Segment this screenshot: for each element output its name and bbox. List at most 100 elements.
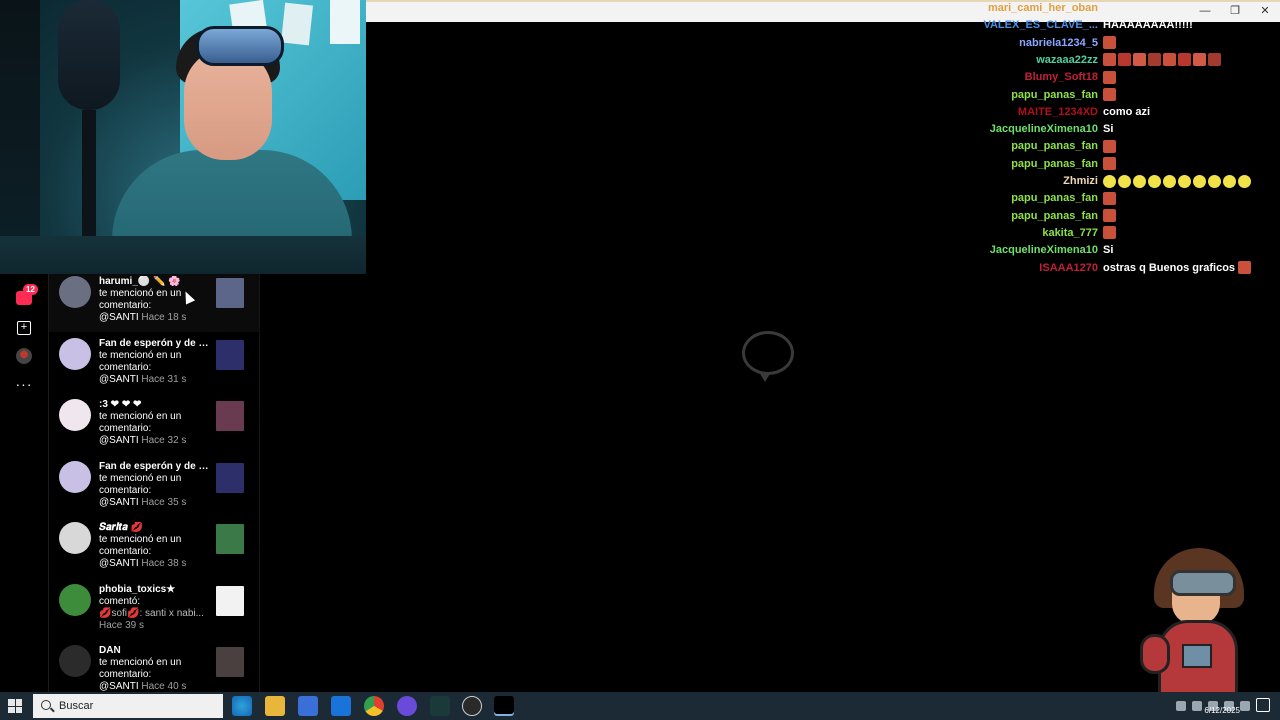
- mention-handle: @SANTI: [99, 435, 139, 446]
- avatar[interactable]: [59, 522, 91, 554]
- streamer-avatar-character: [1140, 548, 1252, 708]
- emote-icon: [1118, 174, 1131, 188]
- chat-username[interactable]: nabriela1234_5: [1019, 35, 1098, 52]
- start-button[interactable]: [8, 699, 22, 713]
- notification-time: Hace 32 s: [141, 435, 187, 446]
- volume-icon[interactable]: [1240, 701, 1250, 711]
- notification-action: te mencionó en un comentario:: [99, 472, 182, 496]
- terminal-icon[interactable]: [430, 696, 450, 716]
- weather-icon[interactable]: [1176, 701, 1186, 711]
- file-explorer-icon[interactable]: [265, 696, 285, 716]
- tiktok-icon[interactable]: [494, 696, 514, 716]
- video-thumbnail[interactable]: [216, 401, 244, 431]
- edge-icon[interactable]: [232, 696, 252, 716]
- close-button[interactable]: ✕: [1250, 0, 1280, 22]
- emote-icons: [1103, 209, 1116, 223]
- inbox-button[interactable]: 12: [14, 284, 38, 308]
- chat-username[interactable]: kakita_777: [1042, 225, 1098, 242]
- notification-item[interactable]: harumi_⚪ ✏️ 🌸 te mencionó en un comentar…: [49, 274, 259, 332]
- notification-username[interactable]: DAN: [99, 645, 209, 657]
- chat-username[interactable]: JacquelineXimena10: [990, 121, 1098, 138]
- avatar[interactable]: [59, 276, 91, 308]
- minimize-button[interactable]: —: [1190, 0, 1220, 22]
- video-thumbnail[interactable]: [216, 524, 244, 554]
- chat-message: papu_panas_fan: [880, 156, 1280, 173]
- chat-text: Si: [1103, 244, 1114, 257]
- notification-item[interactable]: 𝑺𝒂𝒓𝒊𝒕𝒂 💋 te mencionó en un comentario: @…: [49, 520, 259, 578]
- chat-text: como azi: [1103, 105, 1151, 118]
- notification-item[interactable]: phobia_toxics★ comentó: 💋sofi💋: santi x …: [49, 582, 259, 640]
- window-controls: — ❐ ✕: [1190, 0, 1280, 22]
- chat-username[interactable]: mari_cami_her_oban: [988, 0, 1098, 17]
- chat-username[interactable]: JacquelineXimena10: [990, 242, 1098, 259]
- avatar[interactable]: [59, 337, 91, 370]
- chevron-up-icon[interactable]: [1192, 701, 1202, 711]
- notification-username[interactable]: Fan de esperón y de N...: [99, 461, 209, 473]
- video-thumbnail[interactable]: [216, 278, 244, 308]
- notification-action: te mencionó en un comentario:: [99, 657, 182, 680]
- notification-username[interactable]: Fan de esperón y de N...: [99, 338, 209, 350]
- taskbar: Buscar 6/12/2025: [0, 692, 1280, 720]
- chat-username[interactable]: papu_panas_fan: [1011, 87, 1098, 104]
- notification-time: Hace 39 s: [99, 619, 145, 631]
- mention-handle: @SANTI: [99, 558, 139, 569]
- chat-username[interactable]: papu_panas_fan: [1011, 156, 1098, 173]
- taskbar-search-input[interactable]: Buscar: [33, 694, 223, 718]
- notification-item[interactable]: Fan de esperón y de N... te mencionó en …: [49, 336, 259, 394]
- avatar[interactable]: [59, 645, 91, 677]
- webcam-overlay: [0, 0, 366, 274]
- chat-username[interactable]: Blumy_Soft18: [1025, 69, 1098, 86]
- profile-button[interactable]: [14, 346, 34, 366]
- emote-icon: [1103, 36, 1116, 50]
- chat-username[interactable]: papu_panas_fan: [1011, 208, 1098, 225]
- notification-username[interactable]: :3 ❤ ❤ ❤: [99, 399, 209, 411]
- notification-action: te mencionó en un comentario:: [99, 349, 182, 373]
- chat-message: nabriela1234_5: [880, 35, 1280, 52]
- chat-username[interactable]: papu_panas_fan: [1011, 138, 1098, 155]
- chrome-icon[interactable]: [364, 696, 384, 716]
- emote-icon: [1103, 191, 1116, 205]
- store-icon[interactable]: [298, 696, 318, 716]
- emote-icons: [1103, 157, 1116, 171]
- upload-button[interactable]: +: [14, 318, 34, 338]
- chat-username[interactable]: Zhmizi: [1063, 173, 1098, 190]
- notification-username[interactable]: phobia_toxics★: [99, 584, 209, 596]
- obs-icon[interactable]: [462, 696, 482, 716]
- notification-meta: @SANTI Hace 38 s: [99, 558, 209, 570]
- chat-username[interactable]: wazaaa22zz: [1036, 52, 1098, 69]
- chat-username[interactable]: papu_panas_fan: [1011, 190, 1098, 207]
- chat-username[interactable]: MAITE_1234XD: [1018, 104, 1098, 121]
- discord-icon[interactable]: [397, 696, 417, 716]
- notification-item[interactable]: Fan de esperón y de N... te mencionó en …: [49, 459, 259, 517]
- avatar[interactable]: [59, 583, 91, 616]
- video-thumbnail[interactable]: [216, 462, 244, 493]
- search-icon: [41, 700, 51, 710]
- video-thumbnail[interactable]: [216, 585, 244, 616]
- mention-handle: @SANTI: [99, 312, 139, 323]
- more-button[interactable]: ···: [14, 374, 34, 394]
- emote-icon: [1148, 174, 1161, 188]
- notification-center-icon[interactable]: [1256, 698, 1270, 712]
- avatar[interactable]: [59, 399, 91, 431]
- search-placeholder: Buscar: [59, 700, 94, 712]
- emote-icon: [1178, 174, 1191, 188]
- video-thumbnail[interactable]: [216, 647, 244, 677]
- maximize-button[interactable]: ❐: [1220, 0, 1250, 22]
- emote-icons: [1103, 88, 1116, 102]
- avatar[interactable]: [59, 460, 91, 493]
- chat-username[interactable]: VALEX_ES_CLAVE_...: [983, 17, 1098, 34]
- notification-username[interactable]: harumi_⚪ ✏️ 🌸: [99, 276, 209, 288]
- notification-meta: @SANTI Hace 32 s: [99, 435, 209, 447]
- video-thumbnail[interactable]: [216, 339, 244, 370]
- emote-icon: [1193, 174, 1206, 188]
- outlook-icon[interactable]: [331, 696, 351, 716]
- notifications-panel: harumi_⚪ ✏️ 🌸 te mencionó en un comentar…: [49, 274, 260, 692]
- notification-item[interactable]: :3 ❤ ❤ ❤ te mencionó en un comentario: @…: [49, 397, 259, 455]
- emote-icon: [1103, 157, 1116, 171]
- chat-text: HAAAAAAAA!!!!!: [1103, 19, 1193, 32]
- taskbar-date[interactable]: 6/12/2025: [1204, 706, 1240, 715]
- chat-username[interactable]: ISAAA1270: [1039, 260, 1098, 277]
- notification-username[interactable]: 𝑺𝒂𝒓𝒊𝒕𝒂 💋: [99, 522, 209, 534]
- loading-chat-bubble-icon: [742, 331, 794, 382]
- emote-icon: [1103, 53, 1116, 67]
